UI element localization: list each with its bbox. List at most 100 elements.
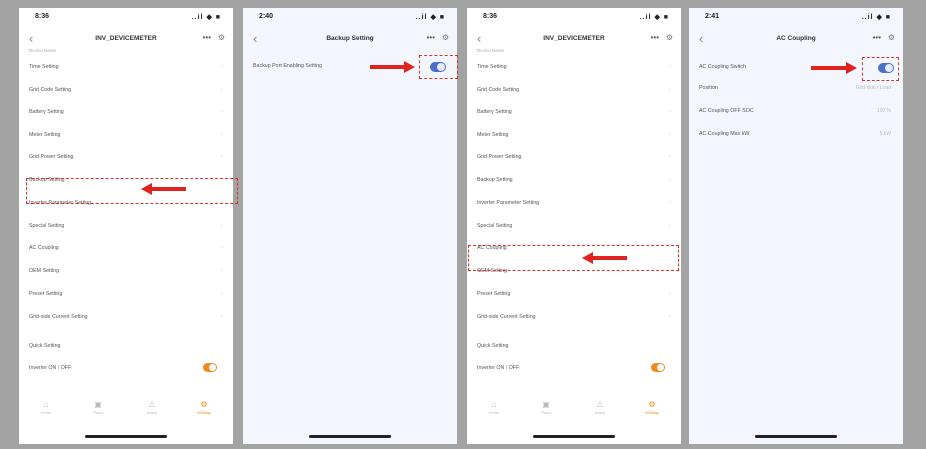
menu-item-grid-power-setting[interactable]: Grid Power Setting ›: [29, 150, 227, 164]
arrow-backup-setting: [141, 183, 186, 195]
chevron-right-icon: ›: [221, 109, 223, 115]
plant-icon: ▣: [542, 400, 550, 409]
gear-icon[interactable]: ⚙: [442, 33, 449, 42]
chevron-right-icon: ›: [221, 223, 223, 229]
menu-item-special-setting[interactable]: Special Setting ›: [477, 219, 675, 233]
menu-item-grid-power-setting[interactable]: Grid Power Setting ›: [477, 150, 675, 164]
inverter-power-toggle[interactable]: [203, 363, 217, 372]
chevron-right-icon: ›: [221, 154, 223, 160]
tab-home[interactable]: ⌂ Home: [479, 400, 509, 415]
back-icon[interactable]: ‹: [477, 31, 481, 46]
arrow-shaft: [370, 65, 406, 69]
position-row[interactable]: Position Grid side / Load: [699, 81, 897, 95]
menu-item-label: Inverter Parameter Setting: [477, 200, 540, 206]
chevron-right-icon: ›: [221, 314, 223, 320]
menu-item-meter-setting[interactable]: Meter Setting ›: [29, 128, 227, 142]
menu-item-oem-setting[interactable]: OEM Setting ›: [29, 264, 227, 278]
back-icon[interactable]: ‹: [699, 31, 703, 46]
menu-item-time-setting[interactable]: Time Setting ›: [29, 60, 227, 74]
gear-icon[interactable]: ⚙: [888, 33, 895, 42]
status-bar: 8:36 ..il ◆ ■: [467, 8, 681, 28]
page-title: INV_DEVICEMETER: [95, 35, 157, 42]
tab-home[interactable]: ⌂ Home: [31, 400, 61, 415]
menu-item-grid-side-current-setting[interactable]: Grid-side Current Setting ›: [29, 310, 227, 324]
bottom-tab-bar: ⌂ Home ▣ Plant ⚠ Alarm ⚙ Settings: [19, 400, 233, 426]
tab-alarm[interactable]: ⚠ Alarm: [137, 400, 167, 415]
ac-coupling-off-soc-row[interactable]: AC Coupling OFF SOC 100 %: [699, 104, 897, 118]
tab-label: Alarm: [146, 410, 158, 415]
highlight-ac-coupling: [468, 245, 679, 271]
status-icons: ..il ◆ ■: [861, 14, 891, 21]
inverter-power-toggle[interactable]: [651, 363, 665, 372]
menu-item-grid-side-current-setting[interactable]: Grid-side Current Setting ›: [477, 310, 675, 324]
menu-item-label: Grid Power Setting: [29, 154, 74, 160]
device-name-label: Device Name: [477, 48, 505, 53]
alarm-icon: ⚠: [596, 400, 604, 409]
more-icon[interactable]: •••: [427, 33, 435, 42]
status-time: 2:40: [259, 13, 274, 20]
menu-item-ac-coupling[interactable]: AC Coupling ›: [29, 241, 227, 255]
chevron-right-icon: ›: [669, 177, 671, 183]
menu-item-battery-setting[interactable]: Battery Setting ›: [29, 105, 227, 119]
menu-item-inverter-on-off: Inverter ON / OFF: [29, 361, 227, 375]
menu-item-label: Special Setting: [29, 223, 65, 229]
more-icon[interactable]: •••: [203, 33, 211, 42]
chevron-right-icon: ›: [221, 268, 223, 274]
menu-item-time-setting[interactable]: Time Setting ›: [477, 60, 675, 74]
menu-item-preset-setting[interactable]: Preset Setting ›: [29, 287, 227, 301]
home-icon: ⌂: [43, 400, 49, 409]
chevron-right-icon: ›: [221, 245, 223, 251]
menu-item-label: Preset Setting: [477, 291, 511, 297]
tab-label: Settings: [196, 410, 212, 415]
setting-value: 5 kW: [879, 131, 891, 137]
gear-icon[interactable]: ⚙: [218, 33, 225, 42]
menu-item-grid-code-setting[interactable]: Grid Code Setting ›: [477, 83, 675, 97]
tab-alarm[interactable]: ⚠ Alarm: [585, 400, 615, 415]
nav-bar: ‹ Backup Setting ••• ⚙: [243, 30, 457, 50]
home-indicator: [755, 435, 837, 438]
more-icon[interactable]: •••: [873, 33, 881, 42]
setting-value: Grid side / Load: [855, 85, 891, 91]
menu-item-label: Grid-side Current Setting: [477, 314, 536, 320]
back-icon[interactable]: ‹: [253, 31, 257, 46]
chevron-right-icon: ›: [221, 87, 223, 93]
menu-item-meter-setting[interactable]: Meter Setting ›: [477, 128, 675, 142]
setting-label: AC Coupling OFF SOC: [699, 108, 754, 114]
menu-item-battery-setting[interactable]: Battery Setting ›: [477, 105, 675, 119]
chevron-right-icon: ›: [669, 154, 671, 160]
menu-item-inverter-parameter-setting[interactable]: Inverter Parameter Setting ›: [477, 196, 675, 210]
more-icon[interactable]: •••: [651, 33, 659, 42]
menu-item-label: Grid Code Setting: [29, 87, 72, 93]
highlight-ac-coupling-toggle: [862, 57, 899, 81]
ac-coupling-max-row[interactable]: AC Coupling Max kW 5 kW: [699, 127, 897, 141]
tab-plant[interactable]: ▣ Plant: [531, 400, 561, 415]
tab-label: Plant: [93, 410, 103, 415]
menu-item-label: Grid Code Setting: [477, 87, 520, 93]
tab-label: Home: [40, 410, 52, 415]
back-icon[interactable]: ‹: [29, 31, 33, 46]
menu-item-backup-setting[interactable]: Backup Setting ›: [477, 173, 675, 187]
menu-item-label: Quick Setting: [29, 343, 61, 349]
chevron-right-icon: ›: [669, 132, 671, 138]
setting-label: AC Coupling Switch: [699, 64, 746, 70]
menu-item-special-setting[interactable]: Special Setting ›: [29, 219, 227, 233]
menu-item-label: Backup Setting: [477, 177, 513, 183]
menu-item-grid-code-setting[interactable]: Grid Code Setting ›: [29, 83, 227, 97]
gear-icon[interactable]: ⚙: [666, 33, 673, 42]
home-indicator: [85, 435, 167, 438]
status-time: 8:36: [35, 13, 50, 20]
arrow-head: [404, 61, 415, 73]
menu-item-quick-setting[interactable]: Quick Setting: [477, 339, 675, 353]
menu-item-quick-setting[interactable]: Quick Setting: [29, 339, 227, 353]
tab-settings[interactable]: ⚙ Settings: [189, 400, 219, 415]
tab-settings[interactable]: ⚙ Settings: [637, 400, 667, 415]
screenshot-frame: 8:36 ..il ◆ ■ ‹ INV_DEVICEMETER ••• ⚙ De…: [14, 0, 919, 449]
menu-item-label: Special Setting: [477, 223, 513, 229]
menu-item-label: Meter Setting: [29, 132, 61, 138]
status-icons: ..il ◆ ■: [415, 14, 445, 21]
alarm-icon: ⚠: [148, 400, 156, 409]
arrow-shaft: [591, 256, 627, 260]
menu-item-preset-setting[interactable]: Preset Setting ›: [477, 287, 675, 301]
page-title: INV_DEVICEMETER: [543, 35, 605, 42]
tab-plant[interactable]: ▣ Plant: [83, 400, 113, 415]
